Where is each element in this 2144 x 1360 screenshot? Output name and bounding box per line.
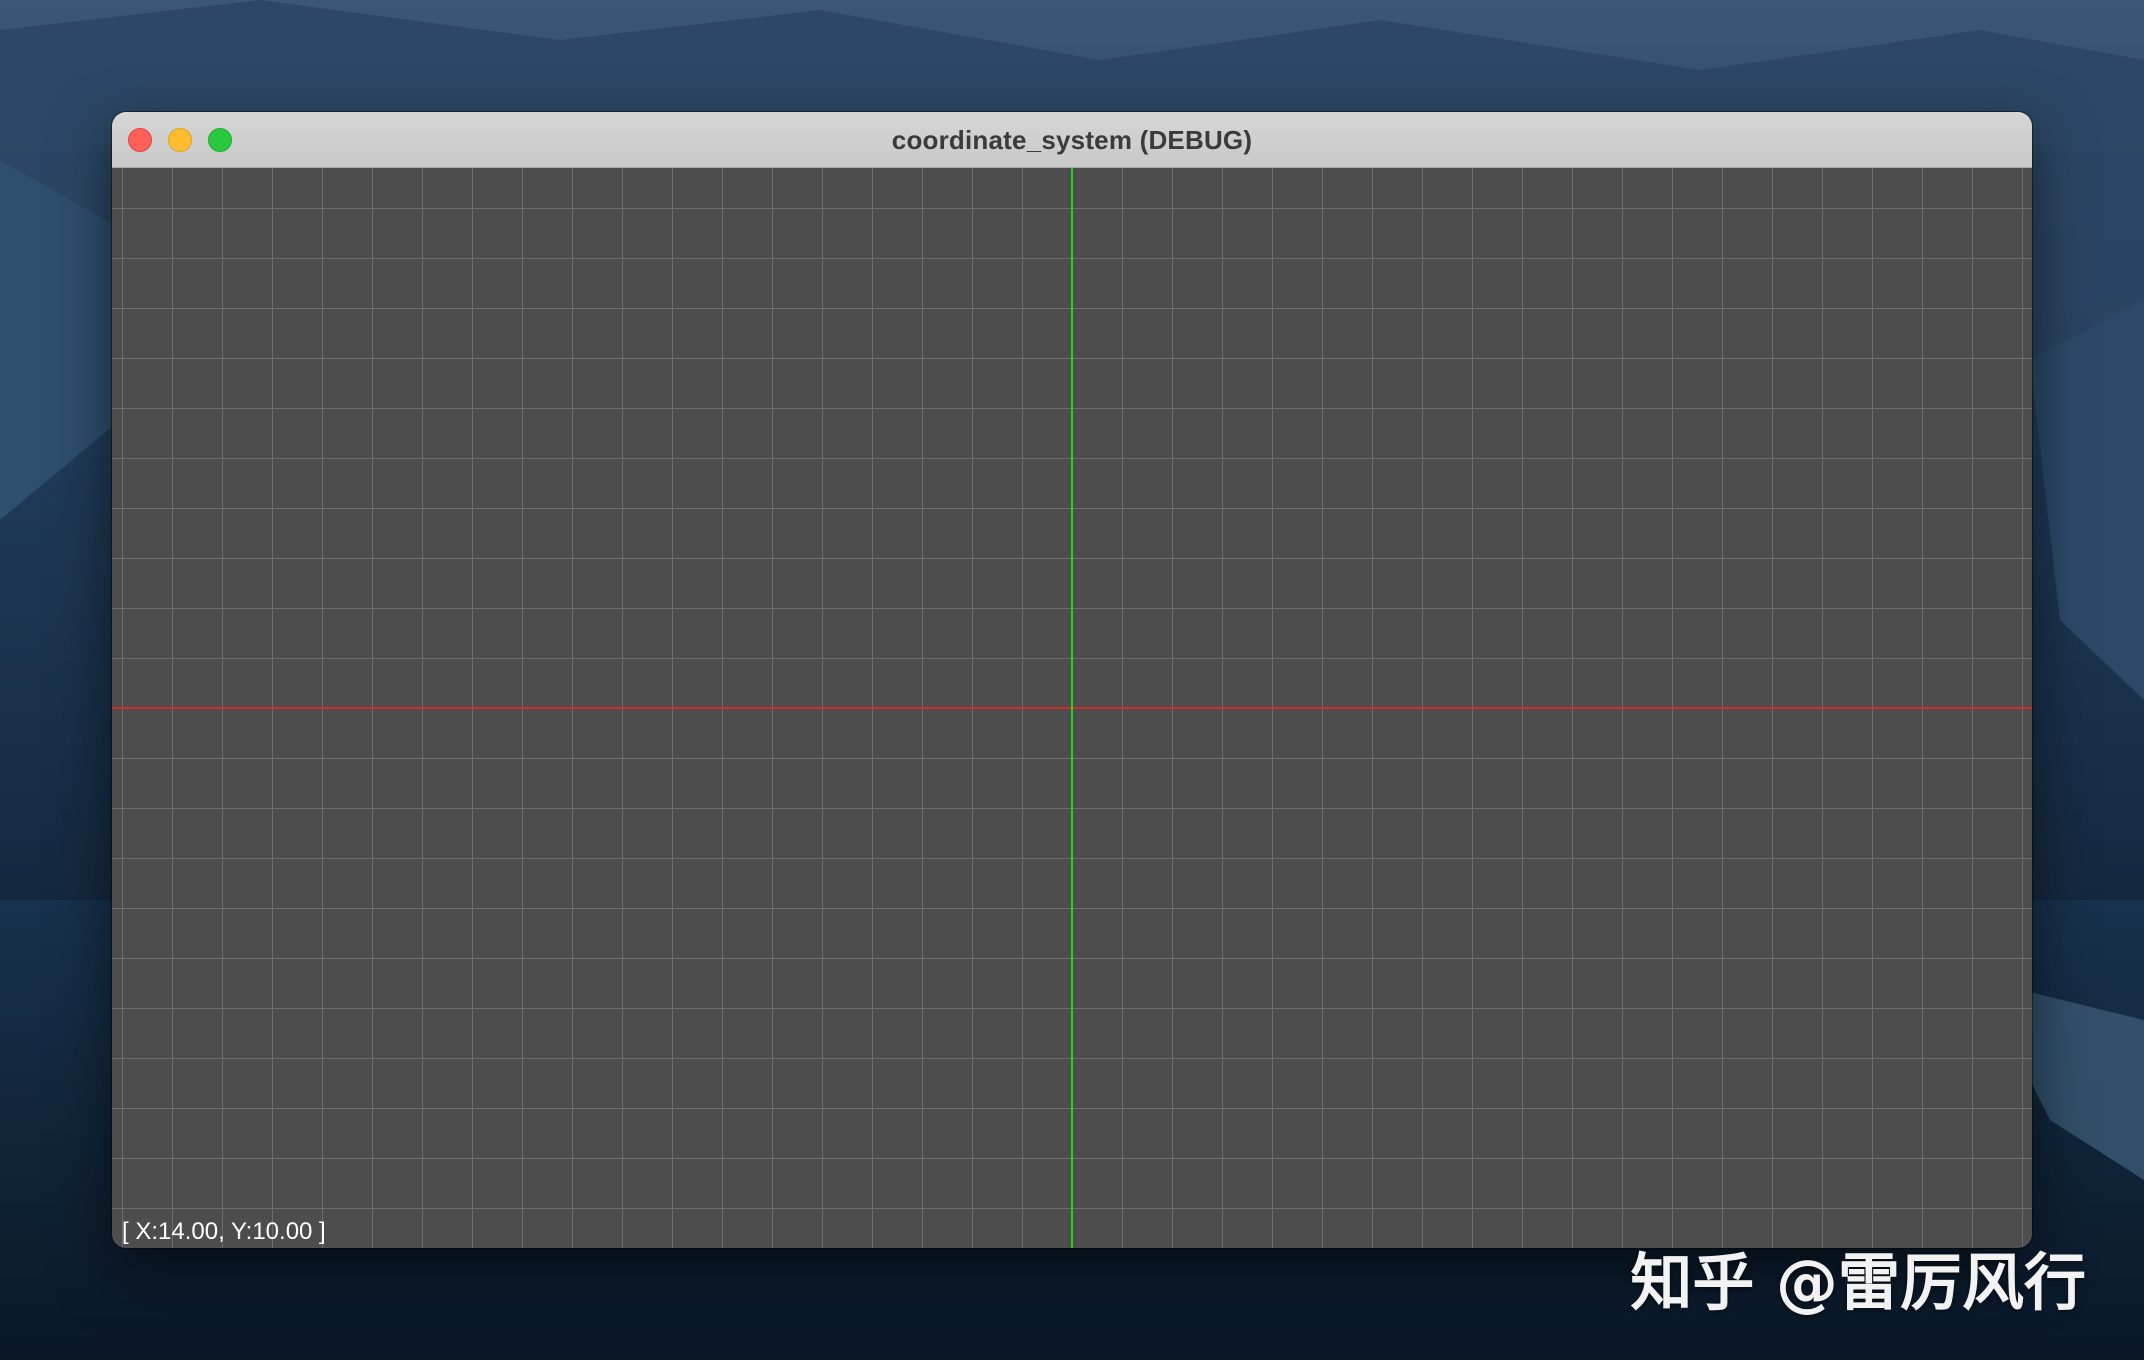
coordinate-grid: [112, 168, 2032, 1248]
window-title: coordinate_system (DEBUG): [891, 125, 1253, 155]
render-canvas[interactable]: [ X:14.00, Y:10.00 ]: [112, 168, 2032, 1248]
window-titlebar[interactable]: coordinate_system (DEBUG): [112, 112, 2032, 168]
app-window: coordinate_system (DEBUG) [ X:14.00, Y:1…: [112, 112, 2032, 1248]
cursor-coordinate-readout: [ X:14.00, Y:10.00 ]: [122, 1218, 326, 1245]
watermark-text: 知乎 @雷厉风行: [1630, 1246, 2086, 1319]
